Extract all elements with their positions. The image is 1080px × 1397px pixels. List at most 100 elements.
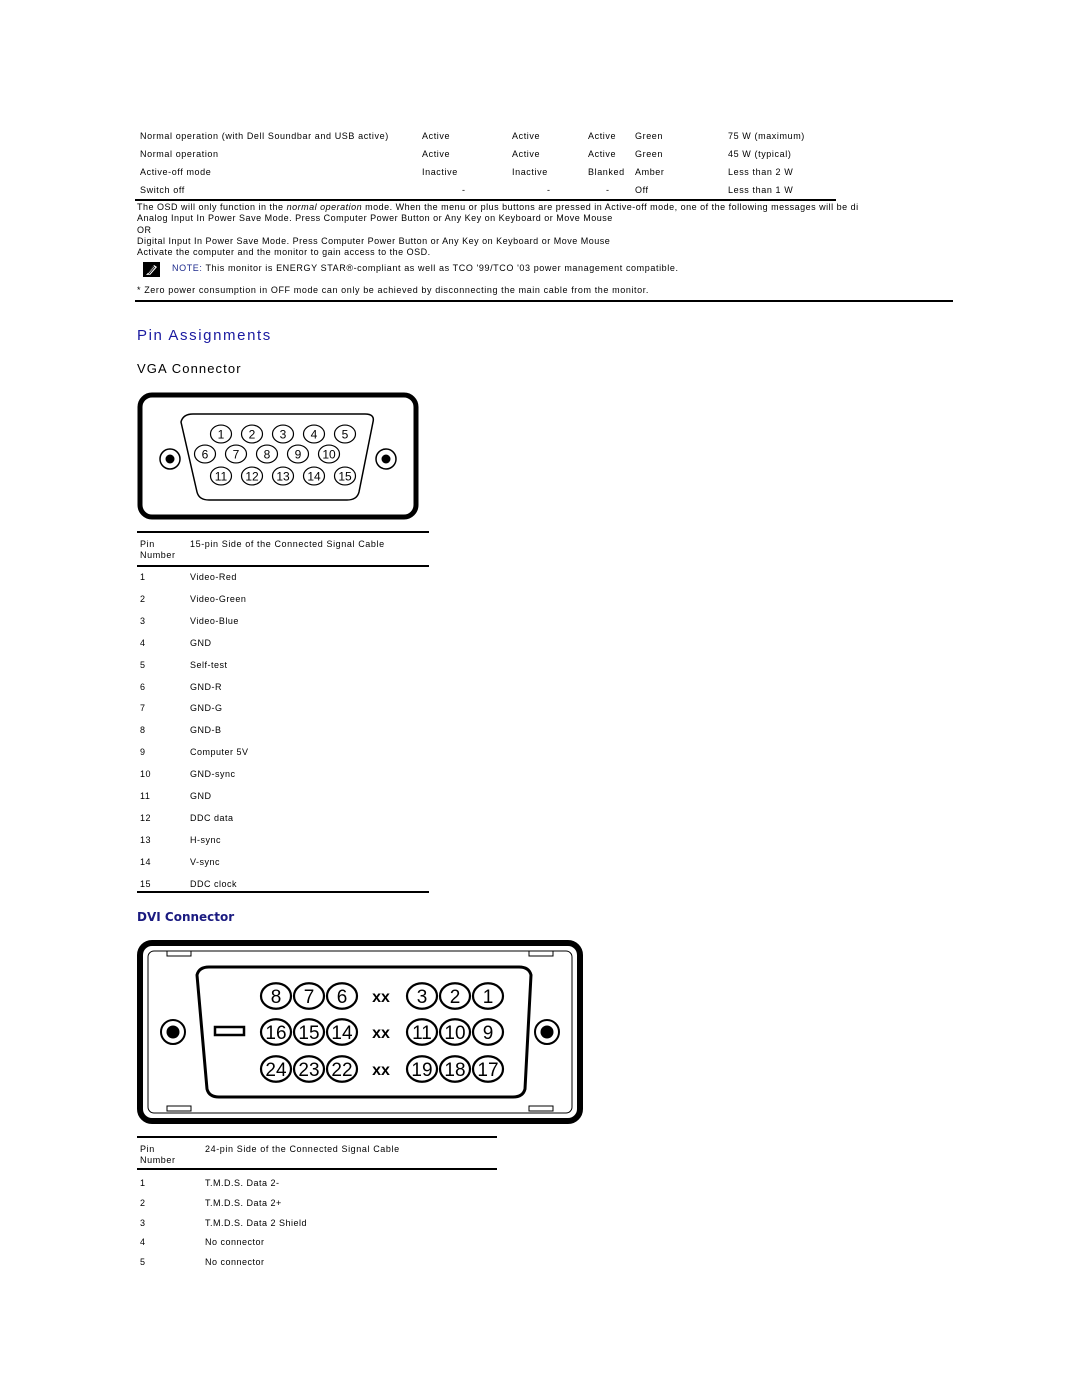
pin-7: 7 xyxy=(224,444,248,464)
osd-text-suffix: mode. When the menu or plus buttons are … xyxy=(362,202,859,212)
dvi-tab xyxy=(528,1105,554,1112)
pin-16: 16 xyxy=(259,1018,293,1046)
pin-number-cell: 11 xyxy=(140,791,151,801)
power-indicator-cell: Off xyxy=(635,185,649,195)
vga-screw-left xyxy=(159,448,181,470)
pin-23: 23 xyxy=(292,1055,326,1083)
v-sync-cell: Inactive xyxy=(512,167,548,177)
video-cell: Active xyxy=(588,149,617,159)
pin-table-row: 12 DDC data xyxy=(137,809,429,830)
vga-pin-table: Pin Number 15-pin Side of the Connected S… xyxy=(137,531,429,896)
pin-15: 15 xyxy=(292,1018,326,1046)
pin-number-cell: 8 xyxy=(140,725,146,736)
dvi-connector-heading: DVI Connector xyxy=(137,910,235,924)
svg-text:3: 3 xyxy=(417,987,428,1008)
svg-text:8: 8 xyxy=(271,987,282,1008)
dvi-screw-left xyxy=(160,1019,186,1045)
svg-text:15: 15 xyxy=(338,469,352,483)
table-top-rule xyxy=(137,531,429,533)
pin-10: 10 xyxy=(438,1018,472,1046)
pin-table-row: 3 Video-Blue xyxy=(137,612,429,633)
note-text: NOTE: This monitor is ENERGY STAR®-compl… xyxy=(172,263,679,273)
pin-3: 3 xyxy=(271,424,295,444)
header-number: Number xyxy=(140,1155,176,1165)
note-body: This monitor is ENERGY STAR®-compliant a… xyxy=(202,263,679,273)
header-pin: Pin xyxy=(140,539,155,549)
svg-text:23: 23 xyxy=(298,1060,319,1081)
vga-connector-heading: VGA Connector xyxy=(137,361,242,376)
pin-2: 2 xyxy=(438,982,472,1010)
svg-text:11: 11 xyxy=(412,1023,432,1044)
signal-cell: V-sync xyxy=(190,856,221,867)
pin-table-row: 10 GND-sync xyxy=(137,765,429,786)
pin-number-cell: 4 xyxy=(140,1237,146,1248)
pin-table-row: 11 GND xyxy=(137,787,429,808)
pin-6: 6 xyxy=(193,444,217,464)
pin-table-row: 5 Self-test xyxy=(137,656,429,677)
pin-number-cell: 4 xyxy=(140,637,146,648)
pin-1: 1 xyxy=(209,424,233,444)
pin-number-cell: 1 xyxy=(140,1178,146,1188)
pin-number-header: Pin Number xyxy=(140,539,176,561)
svg-text:16: 16 xyxy=(265,1023,286,1044)
dvi-pin-table: Pin Number 24-pin Side of the Connected S… xyxy=(137,1136,497,1276)
pin-number-cell: 2 xyxy=(140,1197,146,1208)
svg-text:7: 7 xyxy=(233,447,240,461)
svg-text:22: 22 xyxy=(331,1060,352,1081)
pin-table-row: 4 GND xyxy=(137,634,429,655)
footnote: * Zero power consumption in OFF mode can… xyxy=(137,285,649,295)
pin-table-row: 2 T.M.D.S. Data 2+ xyxy=(137,1194,497,1215)
vga-screw-right xyxy=(375,448,397,470)
pin-14: 14 xyxy=(302,466,326,486)
signal-cell: Video-Blue xyxy=(190,615,239,626)
pin-12: 12 xyxy=(240,466,264,486)
pin-10: 10 xyxy=(317,444,341,464)
pin-table-row: 14 V-sync xyxy=(137,853,429,874)
activate-text: Activate the computer and the monitor to… xyxy=(137,247,431,258)
pin-7: 7 xyxy=(292,982,326,1010)
dvi-tab xyxy=(166,950,192,957)
pin-number-cell: 3 xyxy=(140,1217,146,1228)
mode-cell: Switch off xyxy=(140,185,185,195)
v-sync-cell: Active xyxy=(512,131,541,141)
svg-text:9: 9 xyxy=(295,447,302,461)
signal-cell: No connector xyxy=(205,1237,265,1248)
video-cell: Active xyxy=(588,131,617,141)
signal-cell: T.M.D.S. Data 2- xyxy=(205,1178,280,1188)
signal-cell: No connector xyxy=(205,1257,265,1268)
dvi-ground-blade xyxy=(213,1025,246,1037)
power-indicator-cell: Green xyxy=(635,131,664,141)
signal-cell: GND-G xyxy=(190,703,223,714)
pin-number-cell: 3 xyxy=(140,615,146,626)
video-cell: - xyxy=(606,185,610,195)
osd-info-text: The OSD will only function in the normal… xyxy=(137,202,952,213)
pin-table-row: 7 GND-G xyxy=(137,699,429,720)
power-consumption-cell: 45 W (typical) xyxy=(728,149,792,159)
pin-number-cell: 15 xyxy=(140,878,152,889)
osd-text-italic: normal operation xyxy=(286,202,363,212)
pin-22: 22 xyxy=(325,1055,359,1083)
mode-cell: Normal operation xyxy=(140,149,219,159)
signal-header: 24-pin Side of the Connected Signal Cabl… xyxy=(205,1144,400,1154)
power-table-row: Normal operation Active Active Active Gr… xyxy=(137,146,837,164)
pin-24: 24 xyxy=(259,1055,293,1083)
pin-table-row: 4 No connector xyxy=(137,1233,497,1254)
signal-cell: T.M.D.S. Data 2 Shield xyxy=(205,1217,308,1228)
power-consumption-cell: 75 W (maximum) xyxy=(728,131,805,141)
pin-number-cell: 14 xyxy=(140,856,152,867)
h-sync-cell: Active xyxy=(422,131,451,141)
svg-text:19: 19 xyxy=(411,1060,432,1081)
vga-connector-diagram: 1 2 3 4 5 6 7 8 9 10 11 12 13 14 15 xyxy=(137,392,419,525)
pin-8: 8 xyxy=(255,444,279,464)
table-bottom-rule xyxy=(137,891,429,893)
pin-4: 4 xyxy=(302,424,326,444)
h-sync-cell: Active xyxy=(422,149,451,159)
header-bottom-rule xyxy=(137,1168,497,1170)
digital-message: Digital Input In Power Save Mode. Press … xyxy=(137,235,611,246)
table-top-rule xyxy=(137,1136,497,1138)
v-sync-cell: - xyxy=(547,185,551,195)
svg-text:14: 14 xyxy=(307,469,321,483)
or-text: OR xyxy=(137,224,152,235)
svg-text:12: 12 xyxy=(245,469,259,483)
pin-19: 19 xyxy=(405,1055,439,1083)
